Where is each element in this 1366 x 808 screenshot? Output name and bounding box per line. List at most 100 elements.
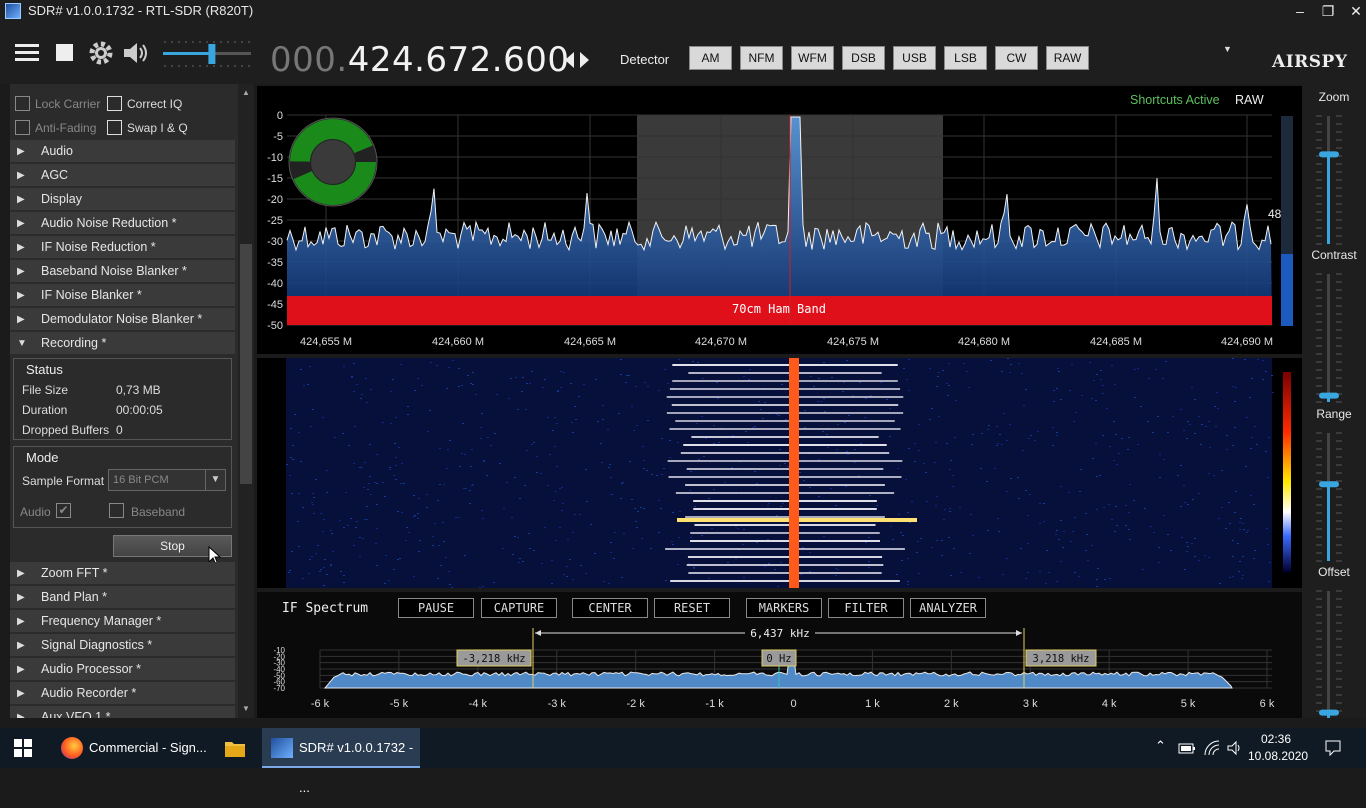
waterfall-noise bbox=[1045, 583, 1047, 584]
correct-iq-checkbox[interactable] bbox=[107, 96, 122, 111]
if-reset-button[interactable]: RESET bbox=[654, 598, 730, 618]
stop-icon[interactable] bbox=[50, 38, 80, 68]
mode-button-cw[interactable]: CW bbox=[995, 46, 1038, 70]
menu-icon[interactable] bbox=[12, 38, 42, 68]
section-audio-recorder[interactable]: ▶ Audio Recorder * bbox=[10, 682, 235, 705]
waterfall-noise bbox=[997, 518, 999, 519]
section-band-plan[interactable]: ▶ Band Plan * bbox=[10, 586, 235, 609]
section-display[interactable]: ▶ Display bbox=[10, 188, 235, 211]
lock-carrier-checkbox[interactable] bbox=[15, 96, 30, 111]
mode-button-dsb[interactable]: DSB bbox=[842, 46, 885, 70]
taskbar-firefox[interactable]: Commercial - Sign... bbox=[56, 728, 222, 768]
volume-slider[interactable] bbox=[160, 36, 254, 72]
waterfall-display[interactable] bbox=[257, 358, 1302, 589]
wifi-icon[interactable] bbox=[1203, 739, 1221, 757]
waterfall-noise bbox=[1114, 531, 1116, 532]
frequency-display[interactable]: 000.424.672.600 bbox=[270, 40, 570, 80]
waterfall-noise bbox=[1007, 358, 1009, 359]
mode-button-lsb[interactable]: LSB bbox=[944, 46, 987, 70]
waterfall-noise bbox=[859, 382, 861, 383]
speaker-icon[interactable] bbox=[120, 38, 150, 68]
if-center-button[interactable]: CENTER bbox=[572, 598, 648, 618]
taskbar-sdrsharp[interactable]: SDR# v1.0.0.1732 - ... bbox=[262, 728, 420, 795]
close-button[interactable]: ✕ bbox=[1342, 0, 1366, 22]
x-tick-label: 424,660 M bbox=[432, 336, 484, 348]
scroll-up-icon[interactable]: ▲ bbox=[242, 88, 250, 97]
battery-icon[interactable] bbox=[1178, 740, 1196, 756]
section-audio-noise-reduction[interactable]: ▶ Audio Noise Reduction * bbox=[10, 212, 235, 235]
waterfall-noise bbox=[467, 375, 469, 376]
slider-track-contrast[interactable] bbox=[1327, 274, 1330, 402]
volume-tray-icon[interactable] bbox=[1226, 739, 1244, 757]
mode-button-wfm[interactable]: WFM bbox=[791, 46, 834, 70]
dropdown-arrow-icon[interactable]: ▼ bbox=[1223, 44, 1232, 54]
windows-start-icon[interactable] bbox=[14, 739, 32, 757]
mode-button-nfm[interactable]: NFM bbox=[740, 46, 783, 70]
display-sliders[interactable] bbox=[1302, 84, 1366, 720]
if-capture-button[interactable]: CAPTURE bbox=[481, 598, 557, 618]
mode-button-usb[interactable]: USB bbox=[893, 46, 936, 70]
waterfall-noise bbox=[366, 506, 368, 507]
if-pause-button[interactable]: PAUSE bbox=[398, 598, 474, 618]
file-explorer-icon[interactable] bbox=[224, 738, 246, 758]
waterfall-noise bbox=[390, 423, 392, 424]
frequency-step-arrows-icon[interactable] bbox=[563, 50, 591, 70]
baseband-checkbox[interactable] bbox=[109, 503, 124, 518]
waterfall-noise bbox=[469, 490, 471, 491]
if-spectrum-panel[interactable]: IF Spectrum -10 -20 -30 -40 -50 -60 -70 -6 k -5 … bbox=[257, 592, 1302, 718]
clock-date[interactable]: 10.08.2020 bbox=[1248, 749, 1308, 763]
waterfall-noise bbox=[1074, 517, 1076, 518]
slider-thumb-contrast[interactable] bbox=[1319, 392, 1339, 399]
gear-icon[interactable] bbox=[86, 38, 116, 68]
waterfall-burst bbox=[668, 476, 902, 478]
spectrum-analyzer[interactable]: 0 -5 -10 -15 -20 -25 -30 -35 -40 -45 -50 424,655 M 4… bbox=[257, 86, 1302, 354]
waterfall-noise bbox=[1037, 431, 1039, 432]
waterfall-noise bbox=[1085, 513, 1087, 514]
section-aux-vfo-1[interactable]: ▶ Aux VFO 1 * bbox=[10, 706, 235, 718]
swap-iq-checkbox[interactable] bbox=[107, 120, 122, 135]
anti-fading-checkbox[interactable] bbox=[15, 120, 30, 135]
waterfall-noise bbox=[1177, 475, 1179, 476]
notification-icon[interactable] bbox=[1324, 739, 1342, 757]
minimize-button[interactable]: – bbox=[1286, 0, 1314, 22]
waterfall-noise bbox=[621, 577, 623, 578]
waterfall-plot[interactable] bbox=[257, 358, 1302, 589]
spectrum-plot[interactable]: 0 -5 -10 -15 -20 -25 -30 -35 -40 -45 -50 424,655 M 4… bbox=[257, 86, 1302, 354]
slider-thumb-offset[interactable] bbox=[1319, 709, 1339, 716]
waterfall-noise bbox=[1242, 575, 1244, 576]
if-spectrum-plot[interactable]: -10-20-30-40-50-60-70-6 k -5 k -4 k -3 k -2 … bbox=[257, 622, 1302, 718]
section-zoom-fft[interactable]: ▶ Zoom FFT * bbox=[10, 562, 235, 585]
waterfall-noise bbox=[494, 433, 496, 434]
section-audio-processor[interactable]: ▶ Audio Processor * bbox=[10, 658, 235, 681]
chevron-up-icon[interactable]: ⌃ bbox=[1155, 738, 1166, 754]
section-audio[interactable]: ▶ Audio bbox=[10, 140, 235, 163]
section-agc[interactable]: ▶ AGC bbox=[10, 164, 235, 187]
scrollbar-thumb[interactable] bbox=[240, 244, 252, 484]
section-baseband-noise-blanker[interactable]: ▶ Baseband Noise Blanker * bbox=[10, 260, 235, 283]
mode-button-am[interactable]: AM bbox=[689, 46, 732, 70]
y-tick-label: -25 bbox=[267, 215, 283, 227]
section-if-noise-blanker[interactable]: ▶ IF Noise Blanker * bbox=[10, 284, 235, 307]
scroll-down-icon[interactable]: ▼ bbox=[242, 704, 250, 713]
section-recording[interactable]: ▼ Recording * bbox=[10, 332, 235, 355]
waterfall-noise bbox=[315, 479, 317, 480]
section-if-noise-reduction[interactable]: ▶ IF Noise Reduction * bbox=[10, 236, 235, 259]
mode-button-raw[interactable]: RAW bbox=[1046, 46, 1089, 70]
if-analyzer-button[interactable]: ANALYZER bbox=[910, 598, 986, 618]
section-demodulator-noise-blanker[interactable]: ▶ Demodulator Noise Blanker * bbox=[10, 308, 235, 331]
clock-time[interactable]: 02:36 bbox=[1254, 732, 1298, 746]
section-signal-diagnostics[interactable]: ▶ Signal Diagnostics * bbox=[10, 634, 235, 657]
audio-checkbox[interactable]: ✔ bbox=[56, 503, 71, 518]
slider-thumb-range[interactable] bbox=[1319, 481, 1339, 488]
sample-format-select[interactable]: 16 Bit PCM ▼ bbox=[108, 469, 226, 491]
panel-scrollbar[interactable]: ▲ ▼ bbox=[238, 84, 254, 718]
slider-thumb-zoom[interactable] bbox=[1319, 151, 1339, 158]
slider-track-offset[interactable] bbox=[1327, 591, 1330, 719]
waterfall-noise bbox=[320, 513, 322, 514]
maximize-button[interactable]: ❐ bbox=[1314, 0, 1342, 22]
if-filter-button[interactable]: FILTER bbox=[828, 598, 904, 618]
if-markers-button[interactable]: MARKERS bbox=[746, 598, 822, 618]
if-center-marker-label: 0 Hz bbox=[766, 653, 791, 665]
section-frequency-manager[interactable]: ▶ Frequency Manager * bbox=[10, 610, 235, 633]
waterfall-noise bbox=[317, 545, 319, 546]
